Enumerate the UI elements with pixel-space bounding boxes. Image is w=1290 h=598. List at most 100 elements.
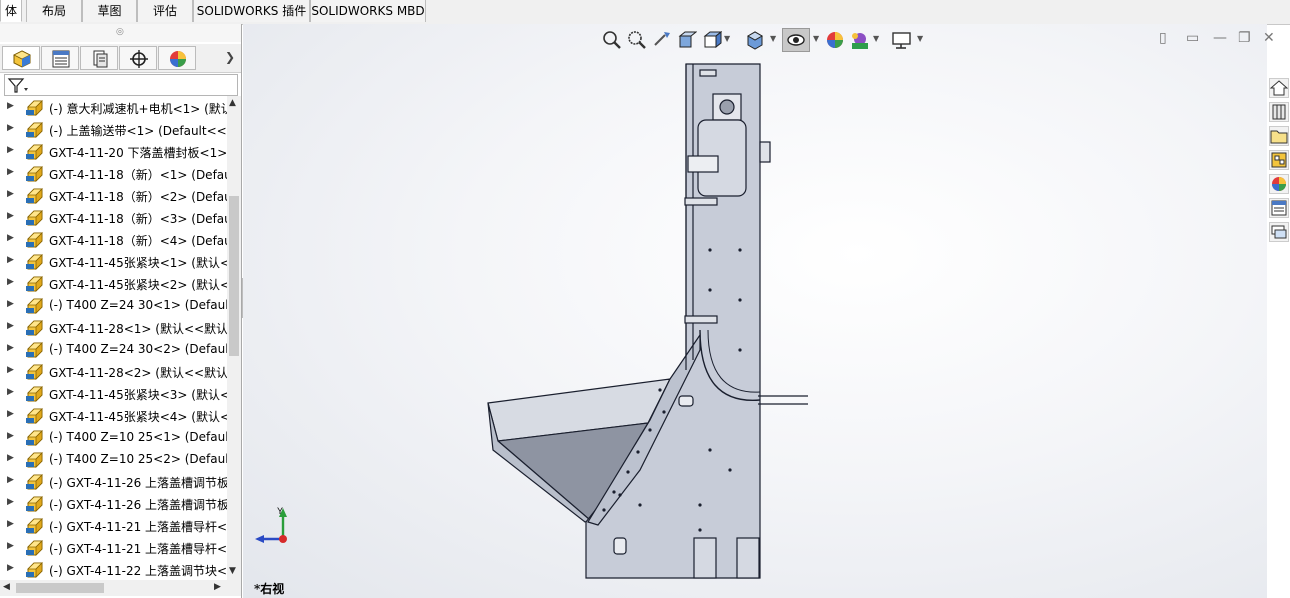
expand-arrow-icon[interactable]: ▶ bbox=[7, 321, 14, 331]
task-pane-view-palette[interactable] bbox=[1269, 150, 1289, 170]
tab-sketch[interactable]: 草图 bbox=[82, 0, 137, 22]
edit-appearance-icon[interactable] bbox=[825, 30, 847, 52]
expand-arrow-icon[interactable]: ▶ bbox=[7, 409, 14, 419]
expand-arrow-icon[interactable]: ▶ bbox=[7, 277, 14, 287]
panel-grip[interactable]: ◎ bbox=[0, 24, 241, 42]
expand-arrow-icon[interactable]: ▶ bbox=[7, 519, 14, 529]
tree-item[interactable]: ▶ (-) GXT-4-11-21 上落盖槽导杆< bbox=[0, 514, 227, 536]
tab-propertymanager[interactable] bbox=[41, 46, 79, 70]
task-pane-custom-properties[interactable] bbox=[1269, 198, 1289, 218]
chevron-down-icon[interactable]: ▼ bbox=[770, 34, 776, 43]
tree-item[interactable]: ▶ GXT-4-11-18（新）<1> (Defau bbox=[0, 162, 227, 184]
tab-dimxpert[interactable] bbox=[119, 46, 157, 70]
expand-arrow-icon[interactable]: ▶ bbox=[7, 563, 14, 573]
task-pane-home[interactable] bbox=[1269, 78, 1289, 98]
viewport-restore-icon[interactable]: ▯ bbox=[1159, 30, 1167, 46]
view-settings-icon[interactable] bbox=[891, 30, 913, 50]
tree-item[interactable]: ▶ GXT-4-11-28<1> (默认<<默认> bbox=[0, 316, 227, 338]
tree-item[interactable]: ▶ GXT-4-11-45张紧块<2> (默认< bbox=[0, 272, 227, 294]
zoom-to-area-icon[interactable] bbox=[627, 30, 647, 50]
tree-item[interactable]: ▶ (-) T400 Z=24 30<1> (Default< bbox=[0, 294, 227, 316]
tab-body[interactable]: 体 bbox=[0, 0, 22, 22]
task-pane bbox=[1267, 76, 1290, 246]
tree-item[interactable]: ▶ (-) GXT-4-11-26 上落盖槽调节板 bbox=[0, 470, 227, 492]
scroll-thumb[interactable] bbox=[229, 196, 239, 356]
section-view-icon[interactable] bbox=[677, 30, 697, 50]
chevron-down-icon[interactable]: ▼ bbox=[724, 34, 730, 43]
display-style-icon[interactable] bbox=[745, 30, 765, 50]
scroll-up-icon[interactable]: ▲ bbox=[229, 98, 236, 108]
expand-arrow-icon[interactable]: ▶ bbox=[7, 387, 14, 397]
expand-arrow-icon[interactable]: ▶ bbox=[7, 123, 14, 133]
tree-filter[interactable] bbox=[4, 74, 238, 96]
chevron-right-icon[interactable]: ❯ bbox=[225, 50, 235, 64]
close-icon[interactable]: ✕ bbox=[1263, 30, 1275, 46]
tree-item[interactable]: ▶ (-) GXT-4-11-21 上落盖槽导杆< bbox=[0, 536, 227, 558]
expand-arrow-icon[interactable]: ▶ bbox=[7, 255, 14, 265]
tree-item[interactable]: ▶ GXT-4-11-18（新）<3> (Defau bbox=[0, 206, 227, 228]
chevron-down-icon[interactable]: ▼ bbox=[813, 34, 819, 43]
tree-item[interactable]: ▶ GXT-4-11-18（新）<2> (Defau bbox=[0, 184, 227, 206]
part-icon bbox=[26, 100, 43, 116]
scroll-thumb-horizontal[interactable] bbox=[16, 583, 104, 593]
expand-arrow-icon[interactable]: ▶ bbox=[7, 101, 14, 111]
chevron-down-icon[interactable]: ▼ bbox=[917, 34, 923, 43]
tab-display-manager[interactable] bbox=[158, 46, 196, 70]
tree-item[interactable]: ▶ (-) 意大利减速机+电机<1> (默认 bbox=[0, 96, 227, 118]
scroll-down-icon[interactable]: ▼ bbox=[229, 566, 236, 576]
expand-arrow-icon[interactable]: ▶ bbox=[7, 211, 14, 221]
graphics-area[interactable]: ▼ ▼ ▼ ▼ ▼ ▯ ▭ — ❐ ✕ bbox=[243, 24, 1275, 598]
expand-arrow-icon[interactable]: ▶ bbox=[7, 453, 14, 463]
tree-item[interactable]: ▶ GXT-4-11-18（新）<4> (Defau bbox=[0, 228, 227, 250]
tree-item[interactable]: ▶ (-) T400 Z=24 30<2> (Default< bbox=[0, 338, 227, 360]
part-icon bbox=[26, 166, 43, 182]
task-pane-appearances[interactable] bbox=[1269, 174, 1289, 194]
tree-item[interactable]: ▶ (-) GXT-4-11-22 上落盖调节块< bbox=[0, 558, 227, 580]
view-orientation-icon[interactable] bbox=[702, 30, 722, 50]
task-pane-forum[interactable] bbox=[1269, 222, 1289, 242]
part-icon bbox=[26, 254, 43, 270]
maximize-icon[interactable]: ❐ bbox=[1238, 30, 1251, 46]
tab-configurationmanager[interactable] bbox=[80, 46, 118, 70]
expand-arrow-icon[interactable]: ▶ bbox=[7, 167, 14, 177]
expand-arrow-icon[interactable]: ▶ bbox=[7, 233, 14, 243]
chevron-down-icon[interactable]: ▼ bbox=[873, 34, 879, 43]
expand-arrow-icon[interactable]: ▶ bbox=[7, 497, 14, 507]
tree-item[interactable]: ▶ GXT-4-11-45张紧块<3> (默认< bbox=[0, 382, 227, 404]
tab-layout[interactable]: 布局 bbox=[26, 0, 82, 22]
tree-horizontal-scrollbar[interactable]: ◀ ▶ bbox=[0, 580, 241, 596]
tree-vertical-scrollbar[interactable]: ▲ ▼ bbox=[227, 96, 241, 580]
tab-solidworks-mbd[interactable]: SOLIDWORKS MBD bbox=[310, 0, 426, 22]
minimize-icon[interactable]: — bbox=[1213, 30, 1227, 46]
tab-solidworks-addins[interactable]: SOLIDWORKS 插件 bbox=[193, 0, 310, 22]
tree-item-label: (-) GXT-4-11-21 上落盖槽导杆< bbox=[49, 520, 227, 534]
expand-arrow-icon[interactable]: ▶ bbox=[7, 431, 14, 441]
expand-arrow-icon[interactable]: ▶ bbox=[7, 145, 14, 155]
expand-arrow-icon[interactable]: ▶ bbox=[7, 189, 14, 199]
expand-arrow-icon[interactable]: ▶ bbox=[7, 299, 14, 309]
tree-item[interactable]: ▶ GXT-4-11-28<2> (默认<<默认> bbox=[0, 360, 227, 382]
scroll-left-icon[interactable]: ◀ bbox=[3, 582, 10, 592]
zoom-to-fit-icon[interactable] bbox=[602, 30, 622, 50]
expand-arrow-icon[interactable]: ▶ bbox=[7, 365, 14, 375]
expand-arrow-icon[interactable]: ▶ bbox=[7, 343, 14, 353]
tree-item[interactable]: ▶ GXT-4-11-20 下落盖槽封板<1> bbox=[0, 140, 227, 162]
tree-item[interactable]: ▶ (-) 上盖输送带<1> (Default<<D bbox=[0, 118, 227, 140]
expand-arrow-icon[interactable]: ▶ bbox=[7, 475, 14, 485]
scroll-right-icon[interactable]: ▶ bbox=[214, 582, 221, 592]
apply-scene-icon[interactable] bbox=[849, 30, 871, 52]
tree-item[interactable]: ▶ (-) GXT-4-11-26 上落盖槽调节板 bbox=[0, 492, 227, 514]
tree-item[interactable]: ▶ GXT-4-11-45张紧块<4> (默认< bbox=[0, 404, 227, 426]
tab-evaluate[interactable]: 评估 bbox=[137, 0, 193, 22]
viewport-tile-icon[interactable]: ▭ bbox=[1186, 30, 1199, 46]
tree-item[interactable]: ▶ (-) T400 Z=10 25<2> (Default< bbox=[0, 448, 227, 470]
task-pane-design-library[interactable] bbox=[1269, 102, 1289, 122]
tree-item[interactable]: ▶ (-) T400 Z=10 25<1> (Default< bbox=[0, 426, 227, 448]
part-icon bbox=[26, 540, 43, 556]
previous-view-icon[interactable] bbox=[652, 30, 672, 50]
hide-show-items-button[interactable] bbox=[782, 28, 810, 52]
tree-item[interactable]: ▶ GXT-4-11-45张紧块<1> (默认< bbox=[0, 250, 227, 272]
expand-arrow-icon[interactable]: ▶ bbox=[7, 541, 14, 551]
task-pane-file-explorer[interactable] bbox=[1269, 126, 1289, 146]
tab-featuremanager[interactable] bbox=[2, 46, 40, 70]
